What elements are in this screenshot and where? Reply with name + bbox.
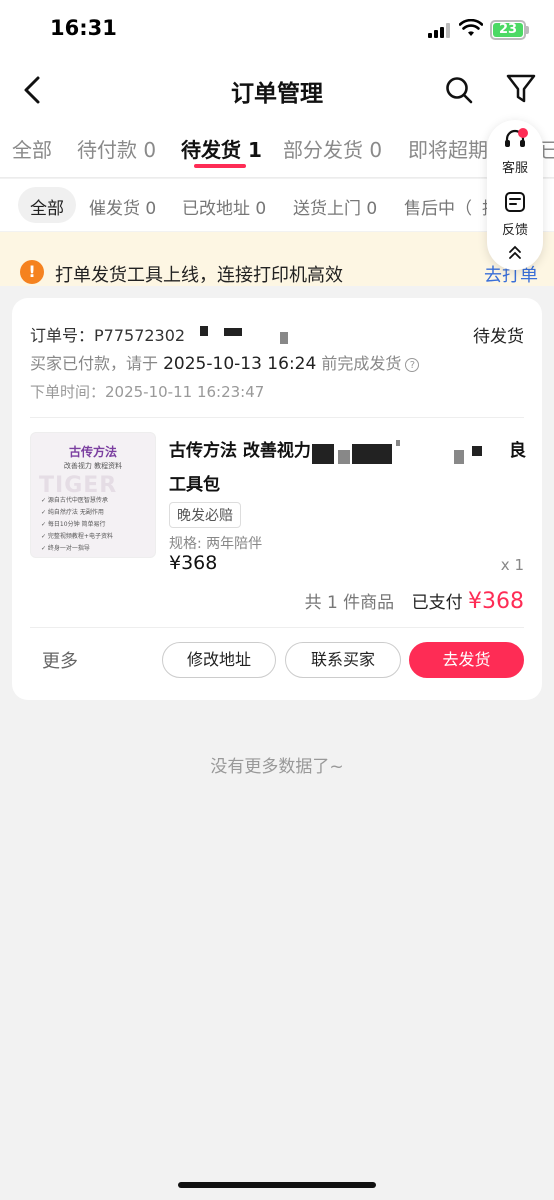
image-subtitle: 改善视力 教程资料 (63, 462, 123, 470)
signal-icon (428, 22, 452, 38)
wifi-icon (459, 19, 483, 36)
service-label: 客服 (501, 161, 528, 176)
contact-buyer-button[interactable]: 联系买家 (285, 642, 401, 678)
image-feature-list: ✓ 源自古代中医智慧传承 ✓ 纯自然疗法 无副作用 ✓ 每日10分钟 简单易行 … (41, 495, 113, 555)
filter-icon[interactable] (505, 72, 537, 106)
floating-service-panel: 客服 反馈 (487, 120, 543, 270)
subtab-address-changed[interactable]: 已改地址 0 (182, 194, 266, 219)
battery-cap (526, 26, 529, 34)
no-more-data: 没有更多数据了~ (210, 757, 344, 777)
active-tab-indicator (194, 164, 246, 168)
order-number: 订单号：P77572302 (30, 326, 186, 345)
redaction-mask (396, 440, 400, 446)
battery-icon: 23 (490, 20, 526, 40)
order-summary: 共 1 件商品 已支付 ¥368 (305, 588, 524, 614)
image-line: ✓ 纯自然疗法 无副作用 (41, 509, 104, 516)
home-indicator (178, 1182, 376, 1188)
tab-pending-shipment[interactable]: 待发货 1 (181, 134, 262, 163)
redaction-mask (280, 332, 288, 344)
image-line: ✓ 每日10分钟 简单易行 (41, 521, 106, 528)
sub-filter-tabs: 全部 催发货 0 已改地址 0 送货上门 0 售后中（ 拦 (0, 179, 554, 231)
product-title-line1: 古传方法 改善视力 (169, 441, 311, 461)
redaction-mask (352, 444, 392, 464)
battery-level: 23 (498, 22, 518, 37)
product-title-tail: 良 (509, 441, 526, 461)
tab-all[interactable]: 全部 (12, 134, 52, 163)
warning-icon: ! (20, 260, 44, 284)
subtab-after-sale[interactable]: 售后中（ (404, 194, 472, 219)
navbar: 订单管理 (0, 60, 554, 120)
item-count: 共 1 件商品 (304, 593, 395, 613)
notice-banner: ! 打单发货工具上线，连接打印机高效 去打单 (0, 232, 554, 286)
customer-service-button[interactable]: 客服 (487, 128, 543, 176)
product-quantity: x 1 (500, 556, 524, 574)
more-button[interactable]: 更多 (42, 647, 78, 673)
notification-dot (518, 128, 528, 138)
ship-button[interactable]: 去发货 (409, 642, 524, 678)
help-icon[interactable]: ? (405, 358, 420, 372)
order-status-tabs: 全部 待付款 0 待发货 1 部分发货 0 即将超期 已 (0, 120, 554, 178)
pay-suffix: 前完成发货 (321, 354, 402, 373)
status-bar: 16:31 23 (0, 0, 554, 60)
feedback-label: 反馈 (501, 223, 528, 238)
status-time: 16:31 (50, 16, 117, 40)
subtab-urge-shipping[interactable]: 催发货 0 (89, 194, 156, 219)
redaction-mask (312, 444, 334, 464)
tab-partial-shipment[interactable]: 部分发货 0 (283, 134, 382, 163)
tab-pending-payment[interactable]: 待付款 0 (77, 134, 156, 163)
pay-prefix: 买家已付款，请于 (30, 354, 159, 373)
order-status: 待发货 (473, 327, 524, 347)
search-icon[interactable] (443, 74, 475, 106)
collapse-icon[interactable] (508, 244, 522, 260)
late-shipment-guarantee-tag: 晚发必赔 (169, 502, 241, 528)
tab-about-to-expire[interactable]: 即将超期 (408, 134, 488, 163)
product-image[interactable]: 古传方法 改善视力 教程资料 TIGER ✓ 源自古代中医智慧传承 ✓ 纯自然疗… (30, 432, 156, 558)
image-title: 古传方法 (68, 445, 117, 459)
redaction-mask (454, 450, 464, 464)
product-title-line2: 工具包 (169, 475, 220, 495)
order-time: 下单时间：2025-10-11 16:23:47 (30, 383, 265, 401)
redaction-mask (472, 446, 482, 456)
notice-text: 打单发货工具上线，连接打印机高效 (55, 265, 343, 286)
divider (30, 627, 524, 628)
modify-address-button[interactable]: 修改地址 (162, 642, 276, 678)
feedback-button[interactable]: 反馈 (487, 190, 543, 238)
image-line: ✓ 完整视频教程+电子资料 (41, 533, 113, 540)
paid-amount: ¥368 (468, 589, 524, 614)
redaction-mask (338, 450, 350, 464)
order-card: 订单号：P77572302 待发货 买家已付款，请于 2025-10-13 16… (12, 298, 542, 700)
payment-deadline: 买家已付款，请于 2025-10-13 16:24 前完成发货? (30, 350, 420, 374)
pay-deadline-time: 2025-10-13 16:24 (163, 354, 317, 374)
subtab-home-delivery[interactable]: 送货上门 0 (293, 194, 377, 219)
redaction-mask (200, 326, 208, 336)
subtab-all[interactable]: 全部 (18, 187, 76, 223)
feedback-icon (505, 192, 525, 212)
image-line: ✓ 终身一对一指导 (41, 545, 90, 552)
redaction-mask (224, 328, 242, 336)
divider (30, 417, 524, 418)
product-title[interactable]: 古传方法 改善视力 良 工具包 (169, 434, 529, 502)
product-spec: 规格: 两年陪伴 (169, 536, 263, 552)
image-line: ✓ 源自古代中医智慧传承 (41, 497, 108, 504)
paid-label: 已支付 (411, 593, 463, 613)
product-price: ¥368 (169, 552, 218, 574)
